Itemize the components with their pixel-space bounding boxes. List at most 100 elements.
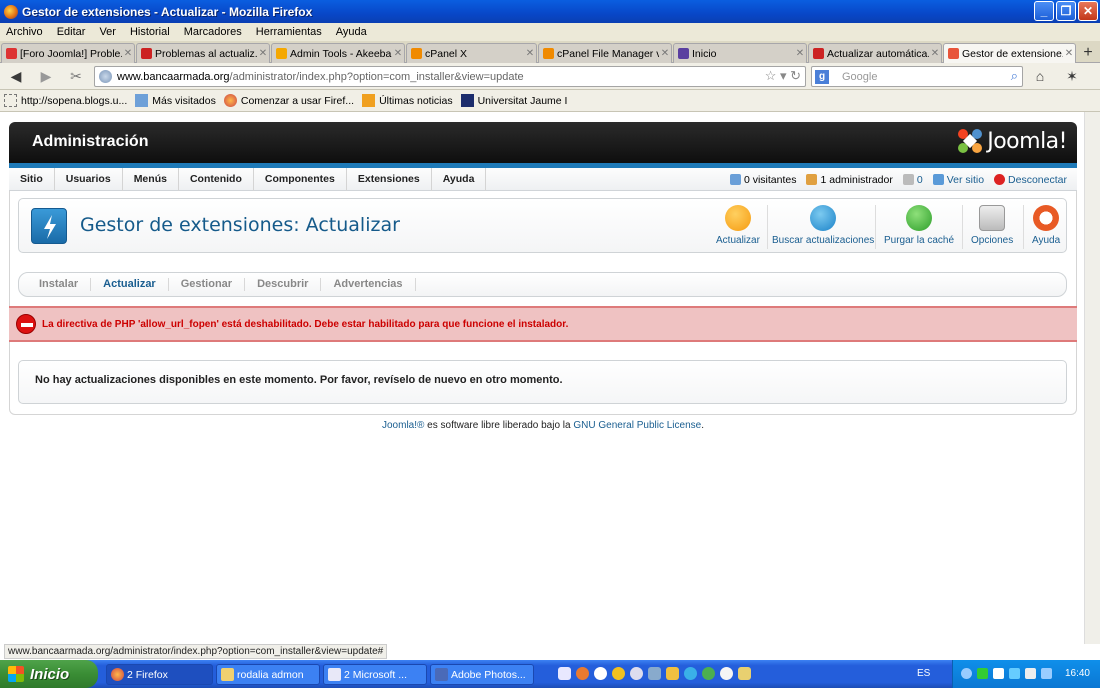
logout-icon — [994, 174, 1006, 185]
menu-contenido[interactable]: Contenido — [179, 167, 254, 191]
maximize-button[interactable]: ❐ — [1056, 1, 1076, 21]
menu-extensiones[interactable]: Extensiones — [347, 167, 432, 191]
tab-cpanel-file-manager[interactable]: cPanel File Manager v3 ✕ — [538, 43, 672, 63]
options-button[interactable]: Opciones — [971, 205, 1013, 246]
home-icon[interactable]: ⌂ — [1030, 67, 1050, 85]
messages-status[interactable]: 0 — [902, 174, 923, 186]
tray-icon[interactable] — [1041, 668, 1052, 679]
subtab-instalar[interactable]: Instalar — [27, 278, 92, 291]
menu-archivo[interactable]: Archivo — [6, 26, 43, 38]
tab-foro-joomla[interactable]: [Foro Joomla!] Proble... ✕ — [1, 43, 135, 63]
volume-icon[interactable] — [1025, 668, 1036, 679]
error-icon — [16, 314, 36, 334]
new-tab-button[interactable]: + — [1078, 44, 1098, 62]
task-photoshop[interactable]: Adobe Photos... — [430, 664, 534, 685]
search-input[interactable]: g Google ⌕ — [811, 66, 1023, 87]
page-toolbar: Gestor de extensiones: Actualizar Actual… — [18, 198, 1067, 253]
menu-herramientas[interactable]: Herramientas — [256, 26, 322, 38]
quicklaunch-icon[interactable] — [594, 667, 607, 680]
tab-close-icon[interactable]: ✕ — [257, 48, 269, 59]
quicklaunch-icon[interactable] — [666, 667, 679, 680]
addon-icon[interactable]: ✶ — [1062, 67, 1082, 85]
menu-ver[interactable]: Ver — [99, 26, 116, 38]
find-updates-button[interactable]: Buscar actualizaciones — [772, 205, 874, 246]
tab-inicio[interactable]: Inicio ✕ — [673, 43, 807, 63]
bookmark-item[interactable]: Últimas noticias — [362, 94, 453, 107]
tab-problemas[interactable]: Problemas al actualiz... ✕ — [136, 43, 270, 63]
bookmark-item[interactable]: Universitat Jaume I — [460, 94, 567, 107]
title-bar: Gestor de extensiones - Actualizar - Moz… — [0, 0, 1100, 23]
bookmark-item[interactable]: http://sopena.blogs.u... — [4, 94, 127, 107]
menu-marcadores[interactable]: Marcadores — [184, 26, 242, 38]
task-rodalia-admon[interactable]: rodalia admon — [216, 664, 320, 685]
menu-sitio[interactable]: Sitio — [9, 167, 55, 191]
tab-close-icon[interactable]: ✕ — [524, 48, 536, 59]
vertical-scrollbar[interactable] — [1084, 112, 1100, 644]
subtab-actualizar[interactable]: Actualizar — [91, 278, 169, 291]
clock[interactable]: 16:40 — [1065, 668, 1090, 679]
akeeba-icon — [276, 48, 287, 59]
bookmark-item[interactable]: Más visitados — [135, 94, 216, 107]
subtab-descubrir[interactable]: Descubrir — [245, 278, 322, 291]
tab-close-icon[interactable]: ✕ — [392, 48, 404, 59]
tab-gestor-extensiones[interactable]: Gestor de extensione... ✕ — [943, 43, 1076, 63]
subtab-advertencias[interactable]: Advertencias — [321, 278, 416, 291]
close-button[interactable]: ✕ — [1078, 1, 1098, 21]
tools-icon[interactable]: ✂ — [66, 67, 86, 85]
language-indicator[interactable]: ES — [917, 668, 930, 679]
quicklaunch-icon[interactable] — [630, 667, 643, 680]
task-firefox[interactable]: 2 Firefox — [106, 664, 213, 685]
tab-close-icon[interactable]: ✕ — [659, 48, 671, 59]
admins-status: 1 administrador — [806, 174, 893, 186]
update-button[interactable]: Actualizar — [716, 205, 760, 246]
quicklaunch-icon[interactable] — [558, 667, 571, 680]
menu-menus[interactable]: Menús — [123, 167, 179, 191]
firefox-quicklaunch-icon[interactable] — [576, 667, 589, 680]
quicklaunch-icon[interactable] — [612, 667, 625, 680]
tab-cpanel[interactable]: cPanel X ✕ — [406, 43, 537, 63]
search-icon[interactable]: ⌕ — [1011, 68, 1018, 84]
folder-icon[interactable] — [738, 667, 751, 680]
menu-ayuda[interactable]: Ayuda — [336, 26, 367, 38]
menu-historial[interactable]: Historial — [130, 26, 170, 38]
info-message: No hay actualizaciones disponibles en es… — [18, 360, 1067, 404]
gpl-link[interactable]: GNU General Public License — [573, 420, 701, 431]
windows-flag-icon — [8, 666, 24, 682]
tab-close-icon[interactable]: ✕ — [794, 48, 806, 59]
chrome-icon[interactable] — [702, 667, 715, 680]
tab-close-icon[interactable]: ✕ — [1063, 48, 1075, 59]
minimize-button[interactable]: _ — [1034, 1, 1054, 21]
menu-usuarios[interactable]: Usuarios — [55, 167, 123, 191]
lifebuoy-icon — [1033, 205, 1060, 231]
back-button[interactable]: ◀ — [6, 67, 26, 85]
url-bar[interactable]: www.bancaarmada.org/administrator/index.… — [94, 66, 806, 87]
menu-ayuda-joomla[interactable]: Ayuda — [432, 167, 487, 191]
joomla-logo: Joomla! — [957, 128, 1067, 154]
logout-link[interactable]: Desconectar — [994, 174, 1067, 186]
view-site-link[interactable]: Ver sitio — [932, 174, 984, 186]
error-message: La directiva de PHP 'allow_url_fopen' es… — [9, 306, 1077, 342]
globe-icon — [99, 70, 112, 83]
joomla-link[interactable]: Joomla!® — [382, 420, 424, 431]
tray-icon[interactable] — [993, 668, 1004, 679]
subtab-gestionar[interactable]: Gestionar — [169, 278, 246, 291]
bookmark-star-icon[interactable]: ☆ ▾ ↻ — [765, 68, 801, 84]
bookmark-item[interactable]: Comenzar a usar Firef... — [223, 94, 354, 107]
menu-componentes[interactable]: Componentes — [254, 167, 347, 191]
network-icon[interactable] — [1009, 668, 1020, 679]
tab-admin-tools[interactable]: Admin Tools - Akeeba... ✕ — [271, 43, 405, 63]
forward-button[interactable]: ▶ — [36, 67, 56, 85]
quicklaunch-icon[interactable] — [720, 667, 733, 680]
quicklaunch-icon[interactable] — [684, 667, 697, 680]
task-microsoft[interactable]: 2 Microsoft ... — [323, 664, 427, 685]
quicklaunch-icon[interactable] — [648, 667, 661, 680]
help-button[interactable]: Ayuda — [1032, 205, 1060, 246]
tab-close-icon[interactable]: ✕ — [929, 48, 941, 59]
tray-icon[interactable] — [961, 668, 972, 679]
tab-close-icon[interactable]: ✕ — [122, 48, 134, 59]
start-button[interactable]: Inicio — [0, 660, 98, 688]
menu-editar[interactable]: Editar — [57, 26, 86, 38]
tab-actualizar-automatica[interactable]: Actualizar automática... ✕ — [808, 43, 942, 63]
tray-icon[interactable] — [977, 668, 988, 679]
purge-cache-button[interactable]: Purgar la caché — [884, 205, 954, 246]
